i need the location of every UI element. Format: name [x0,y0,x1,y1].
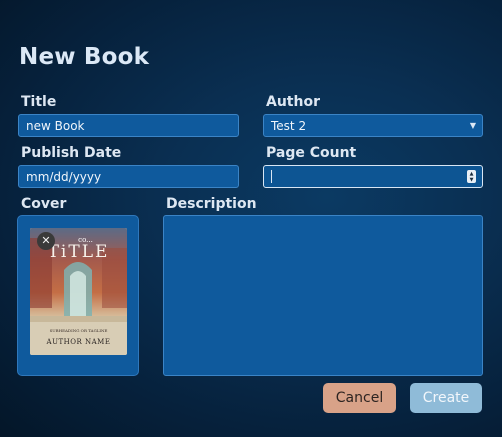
create-button[interactable]: Create [410,383,482,413]
cover-label: Cover [21,196,67,212]
title-input[interactable]: new Book [18,114,239,137]
author-select[interactable]: Test 2 ▼ [263,114,483,137]
publish-date-input[interactable]: mm/dd/yyyy [18,165,239,188]
title-label: Title [21,94,57,110]
text-caret [271,170,272,183]
page-count-label: Page Count [266,145,357,161]
author-label: Author [266,94,320,110]
number-spinner-icon[interactable]: ▲ ▼ [467,170,476,183]
publish-date-placeholder: mm/dd/yyyy [26,169,102,184]
close-icon[interactable]: ✕ [37,232,55,250]
publish-date-label: Publish Date [21,145,122,161]
title-input-value: new Book [26,118,85,133]
cover-tagline-text: SUBHEADING OR TAGLINE [49,328,108,333]
description-textarea[interactable] [163,215,483,376]
description-label: Description [166,196,257,212]
cancel-button[interactable]: Cancel [323,383,396,413]
cover-upload[interactable]: ✕ co... TiTLE SUBHEADING OR TAGLINE AUTH… [17,215,139,376]
cover-author-text: AUTHOR NAME [46,338,111,346]
author-select-value: Test 2 [271,118,307,133]
chevron-down-icon: ▼ [469,121,476,130]
page-count-input[interactable]: ▲ ▼ [263,165,483,188]
page-title: New Book [19,44,150,70]
